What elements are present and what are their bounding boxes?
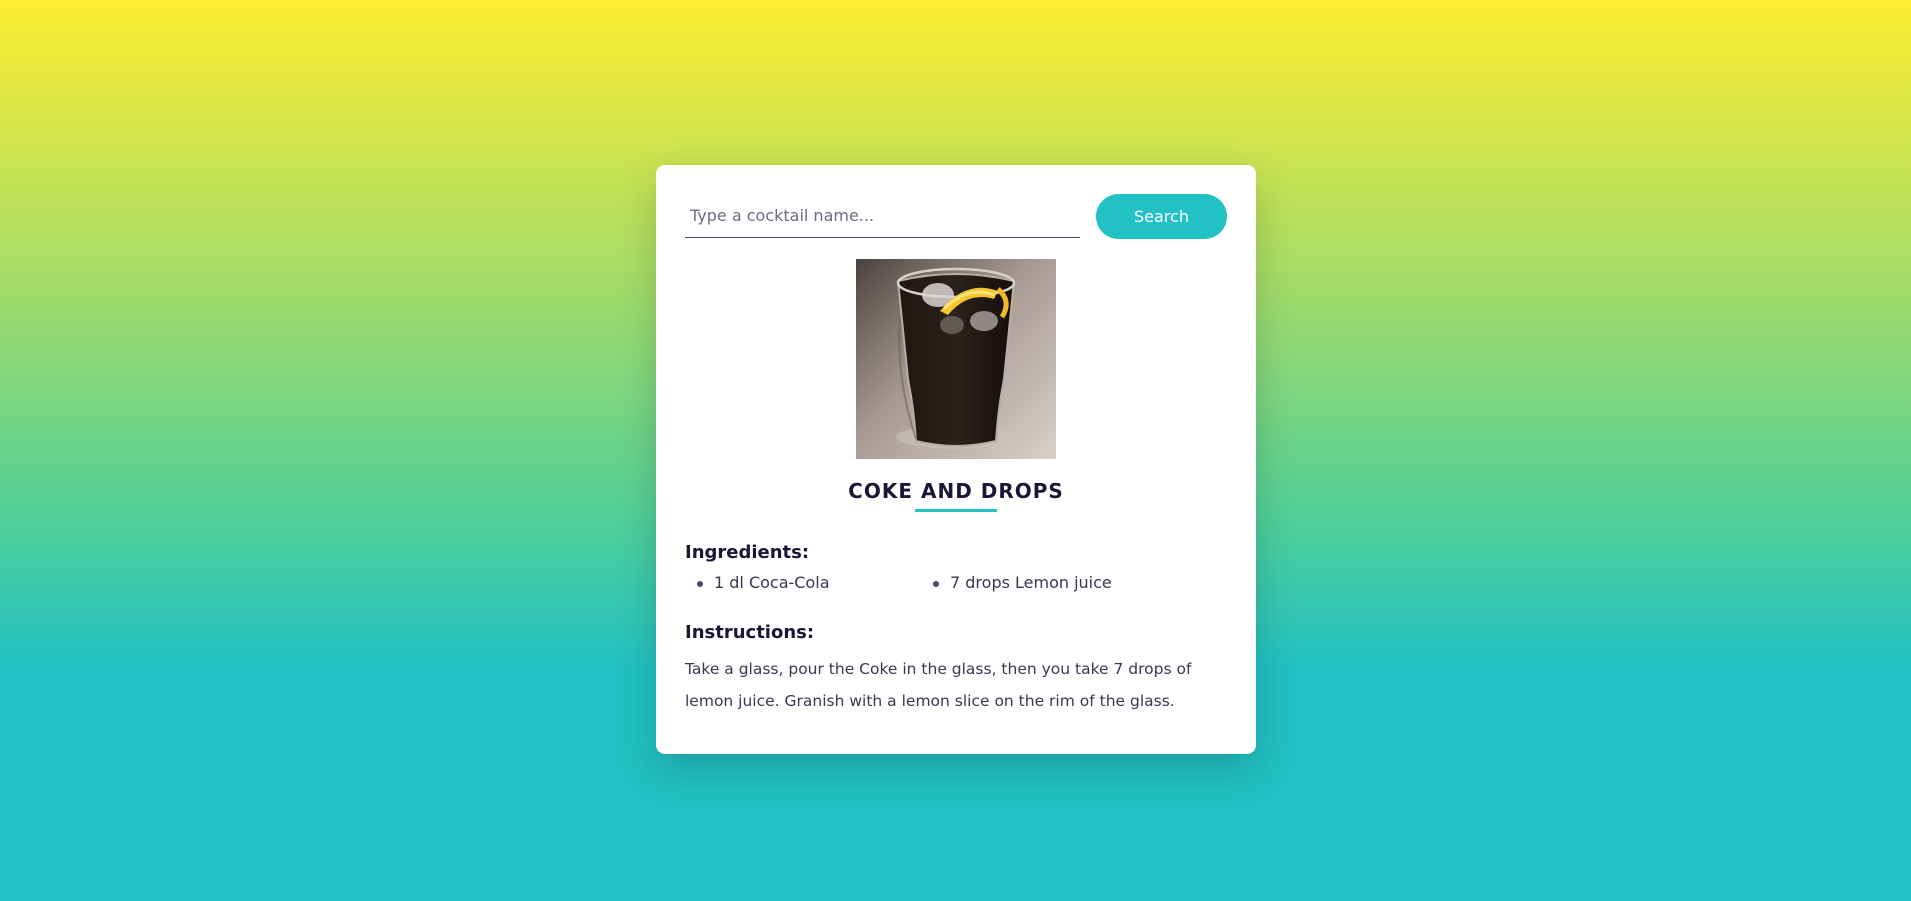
instructions-heading: Instructions: <box>685 622 815 643</box>
drink-image <box>856 259 1056 459</box>
search-input[interactable] <box>685 194 1080 238</box>
instructions-text: Take a glass, pour the Coke in the glass… <box>685 660 1192 710</box>
bullet-icon <box>933 581 939 587</box>
ingredients-list: 1 dl Coca-Cola 7 drops Lemon juice <box>685 573 1227 592</box>
drink-name: COKE AND DROPS <box>848 479 1064 503</box>
cocktail-card: Search COKE AND DROPS Ingredients: <box>656 165 1256 754</box>
ingredient-text: 1 dl Coca-Cola <box>714 573 830 592</box>
ingredient-item: 7 drops Lemon juice <box>921 573 1157 592</box>
ingredient-text: 7 drops Lemon juice <box>950 573 1112 592</box>
ingredient-item: 1 dl Coca-Cola <box>685 573 921 592</box>
title-underline <box>915 509 997 512</box>
search-bar: Search <box>685 193 1227 239</box>
ingredients-heading: Ingredients: <box>685 542 810 563</box>
bullet-icon <box>697 581 703 587</box>
search-button[interactable]: Search <box>1096 193 1227 239</box>
